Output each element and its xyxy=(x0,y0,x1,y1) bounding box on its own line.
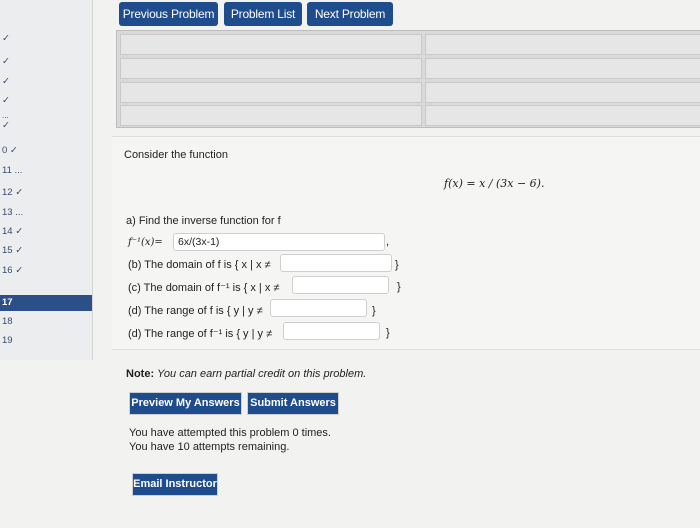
part-b-label: (b) The domain of f is { x | x ≠ xyxy=(128,259,271,271)
info-cell xyxy=(425,105,700,126)
problem-intro: Consider the function xyxy=(124,149,228,161)
info-cell xyxy=(425,58,700,79)
sidebar-item-13[interactable]: 13 ... xyxy=(0,205,92,221)
comma: , xyxy=(386,236,390,248)
info-cell xyxy=(120,105,422,126)
sidebar-item-19[interactable]: 19 xyxy=(0,333,92,349)
note-text: You can earn partial credit on this prob… xyxy=(157,368,367,380)
sidebar-item-14[interactable]: 14 ✓ xyxy=(0,224,92,240)
sidebar-item-6[interactable]: ✓ xyxy=(0,118,92,134)
sidebar-item-11[interactable]: 11 ... xyxy=(0,163,92,179)
problem-sidebar: ✓ ✓ ✓ ✓ ... ✓ 0 ✓ 11 ... 12 ✓ 13 ... 14 … xyxy=(0,0,93,360)
attempts-line-2: You have 10 attempts remaining. xyxy=(129,441,290,453)
inverse-function-input[interactable]: 6x/(3x-1) xyxy=(173,233,385,251)
part-a-prefix: f⁻¹(x)= xyxy=(128,237,163,248)
problem-body: Consider the function f(x) = x / (3x − 6… xyxy=(112,136,700,350)
submit-answers-button[interactable]: Submit Answers xyxy=(247,392,339,415)
problem-list-button[interactable]: Problem List xyxy=(224,2,302,26)
info-cell xyxy=(425,34,700,55)
sidebar-item-4[interactable]: ✓ xyxy=(0,93,92,109)
domain-finverse-input[interactable] xyxy=(292,276,389,294)
part-d2-label: (d) The range of f⁻¹ is { y | y ≠ xyxy=(128,328,273,340)
function-display: f(x) = x / (3x − 6). xyxy=(444,177,545,190)
sidebar-item-18[interactable]: 18 xyxy=(0,314,92,330)
main-content: Previous Problem Problem List Next Probl… xyxy=(92,0,700,528)
sidebar-item-3[interactable]: ✓ xyxy=(0,74,92,90)
next-problem-button[interactable]: Next Problem xyxy=(307,2,393,26)
part-a-label: a) Find the inverse function for f xyxy=(126,215,281,227)
part-d1-label: (d) The range of f is { y | y ≠ xyxy=(128,305,263,317)
email-instructor-button[interactable]: Email Instructor xyxy=(132,473,218,496)
close-brace: } xyxy=(397,281,401,293)
info-cell xyxy=(425,82,700,103)
note-bold: Note: xyxy=(126,368,155,380)
close-brace: } xyxy=(386,327,390,339)
range-f-input[interactable] xyxy=(270,299,367,317)
domain-f-input[interactable] xyxy=(280,254,392,272)
sidebar-item-10[interactable]: 0 ✓ xyxy=(0,143,92,159)
sidebar-item-17[interactable]: 17 xyxy=(0,295,92,311)
preview-answers-button[interactable]: Preview My Answers xyxy=(129,392,242,415)
info-cell xyxy=(120,82,422,103)
sidebar-item-12[interactable]: 12 ✓ xyxy=(0,185,92,201)
sidebar-item-16[interactable]: 16 ✓ xyxy=(0,263,92,279)
info-cell xyxy=(120,58,422,79)
close-brace: } xyxy=(395,259,399,271)
range-finverse-input[interactable] xyxy=(283,322,380,340)
problem-info-table xyxy=(116,30,700,128)
part-c-label: (c) The domain of f⁻¹ is { x | x ≠ xyxy=(128,282,280,294)
info-cell xyxy=(120,34,422,55)
sidebar-item-2[interactable]: ✓ xyxy=(0,54,92,70)
sidebar-item-15[interactable]: 15 ✓ xyxy=(0,243,92,259)
attempts-line-1: You have attempted this problem 0 times. xyxy=(129,427,331,439)
close-brace: } xyxy=(372,305,376,317)
sidebar-item-1[interactable]: ✓ xyxy=(0,31,92,47)
partial-credit-note: Note: You can earn partial credit on thi… xyxy=(126,368,366,380)
previous-problem-button[interactable]: Previous Problem xyxy=(119,2,218,26)
